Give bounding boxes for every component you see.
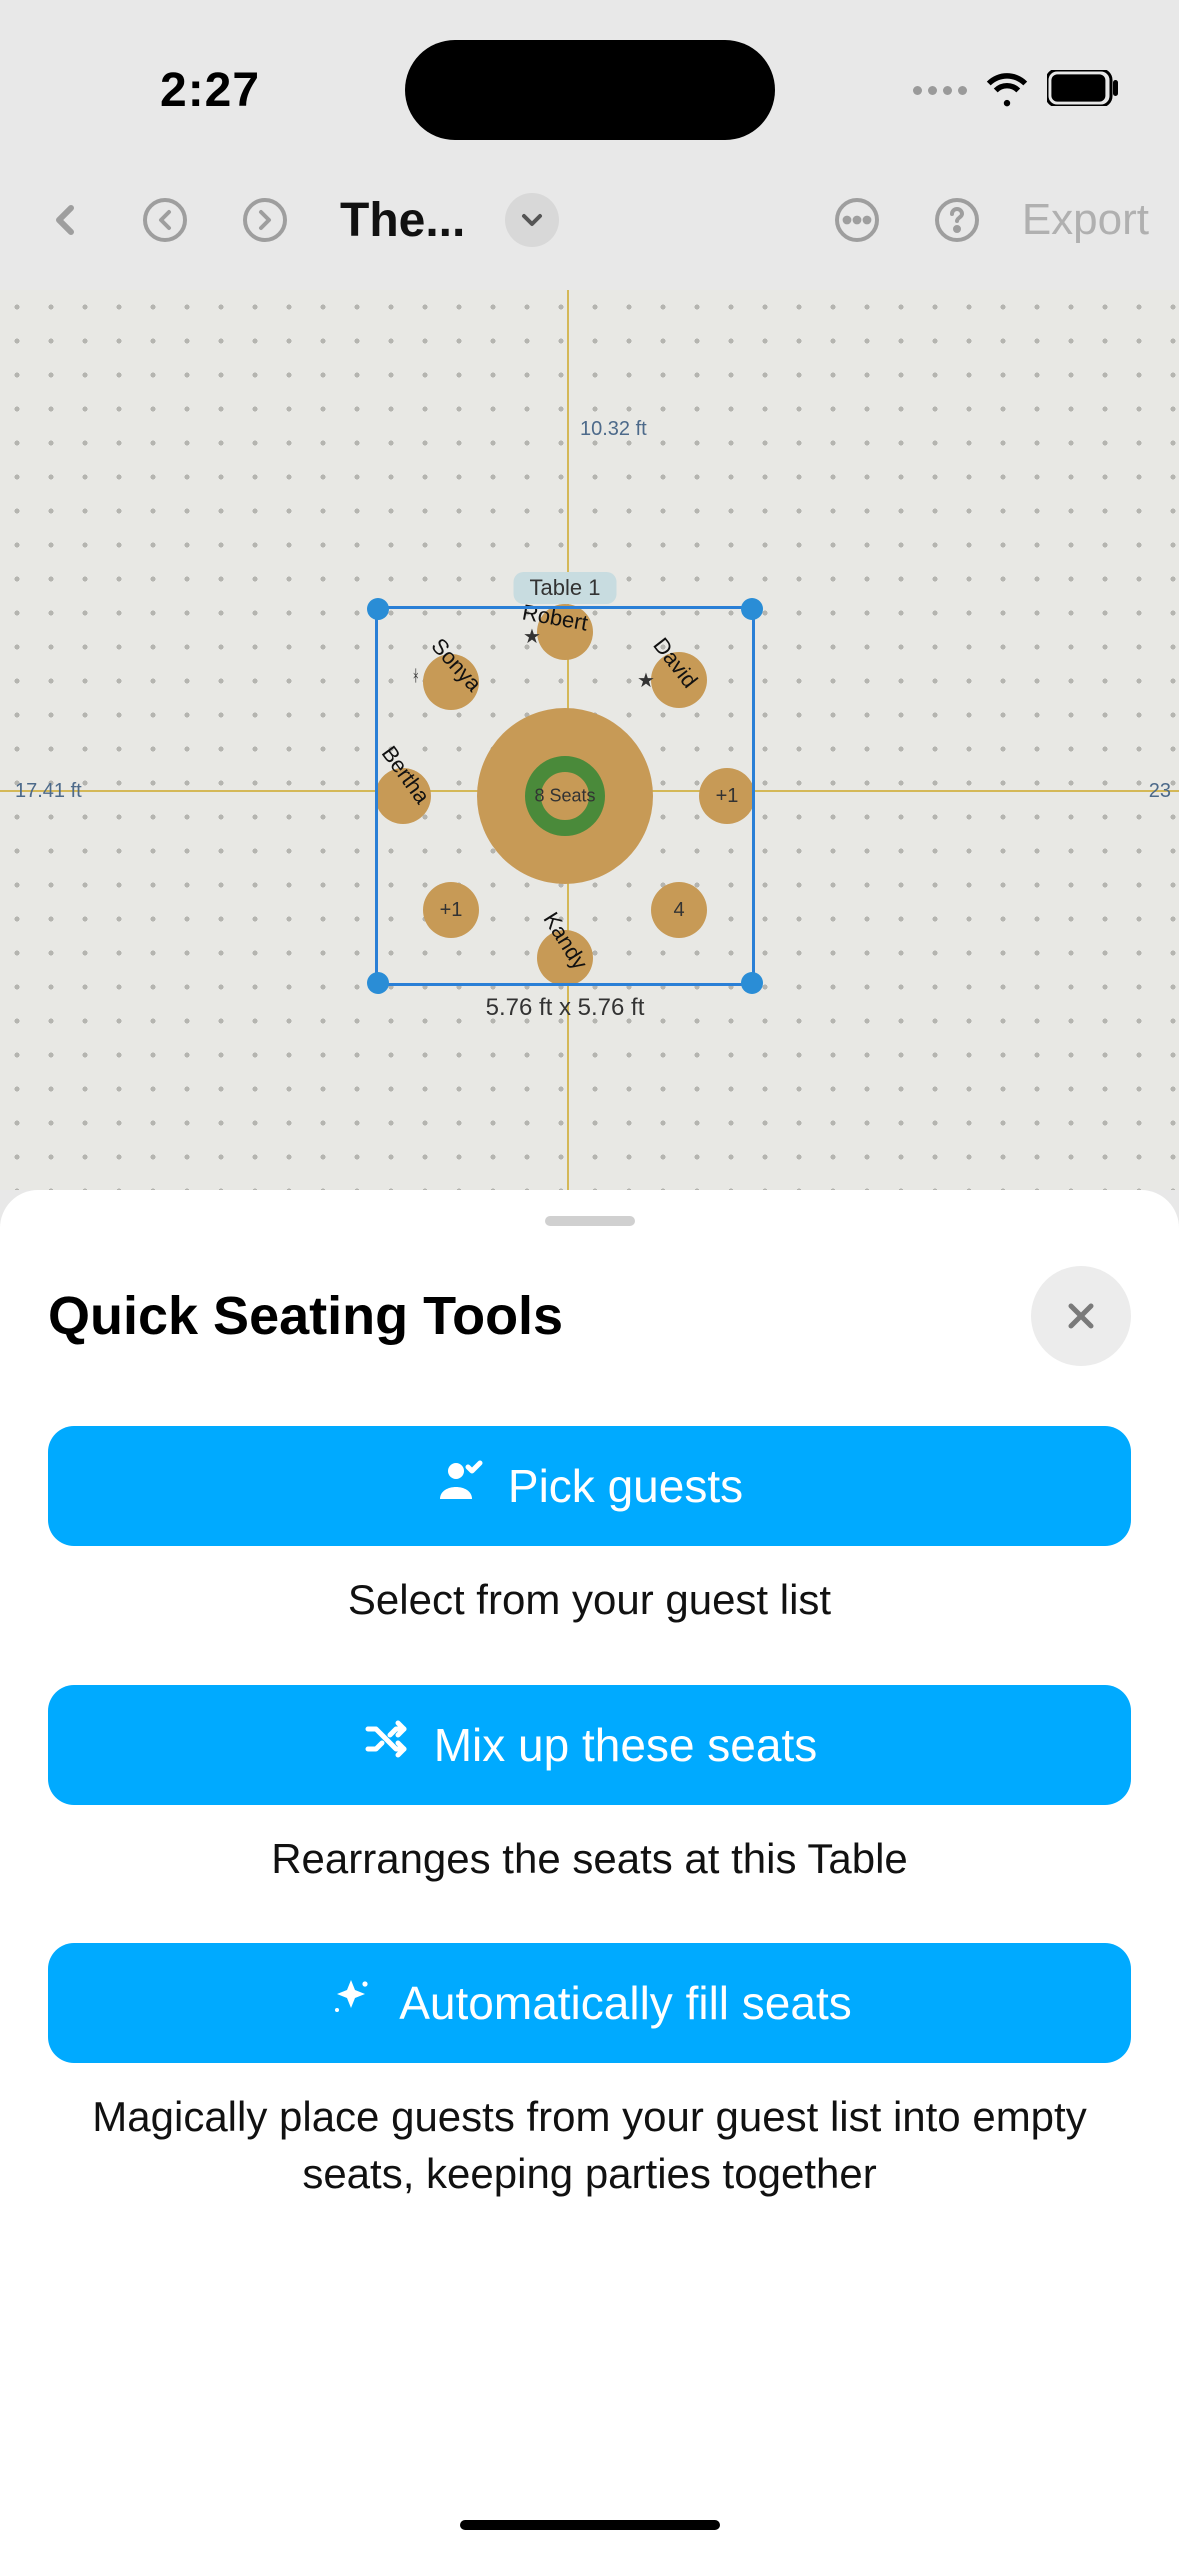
sheet-grabber[interactable] bbox=[545, 1216, 635, 1226]
auto-fill-label: Automatically fill seats bbox=[399, 1976, 852, 2030]
quick-seating-sheet: Quick Seating Tools Pick guests Select f… bbox=[0, 1190, 1179, 2556]
wifi-icon bbox=[985, 66, 1029, 115]
sparkle-icon bbox=[327, 1974, 375, 2033]
mix-seats-label: Mix up these seats bbox=[434, 1718, 818, 1772]
mix-seats-desc: Rearranges the seats at this Table bbox=[48, 1831, 1131, 1888]
axis-h-label: 17.41 ft bbox=[15, 780, 82, 803]
toolbar: The... Export bbox=[0, 150, 1179, 290]
close-button[interactable] bbox=[1031, 1266, 1131, 1366]
back-button[interactable] bbox=[30, 185, 100, 255]
floor-plan-canvas[interactable]: 10.32 ft 17.41 ft 23 Table 1 8 Seats ★ R… bbox=[0, 290, 1179, 1190]
table-1[interactable]: Table 1 8 Seats ★ Robert ★ David +1 4 Ka… bbox=[375, 606, 755, 986]
redo-button[interactable] bbox=[230, 185, 300, 255]
selection-box[interactable] bbox=[375, 606, 755, 986]
home-indicator[interactable] bbox=[460, 2520, 720, 2530]
more-button[interactable] bbox=[822, 185, 892, 255]
table-label: Table 1 bbox=[514, 572, 617, 604]
axis-v-label: 10.32 ft bbox=[580, 418, 647, 441]
pick-guests-button[interactable]: Pick guests bbox=[48, 1426, 1131, 1546]
resize-handle-bl[interactable] bbox=[367, 972, 389, 994]
title-dropdown[interactable] bbox=[505, 193, 559, 247]
dimensions-label: 5.76 ft x 5.76 ft bbox=[486, 994, 645, 1022]
export-button[interactable]: Export bbox=[1022, 195, 1149, 245]
mix-seats-button[interactable]: Mix up these seats bbox=[48, 1685, 1131, 1805]
status-time: 2:27 bbox=[160, 63, 260, 118]
shuffle-icon bbox=[362, 1715, 410, 1774]
undo-button[interactable] bbox=[130, 185, 200, 255]
dynamic-island bbox=[405, 40, 775, 140]
help-button[interactable] bbox=[922, 185, 992, 255]
signal-dots-icon bbox=[913, 86, 967, 95]
person-check-icon bbox=[436, 1457, 484, 1516]
resize-handle-tl[interactable] bbox=[367, 598, 389, 620]
status-bar: 2:27 bbox=[0, 0, 1179, 150]
document-title[interactable]: The... bbox=[340, 193, 465, 248]
sheet-title: Quick Seating Tools bbox=[48, 1285, 563, 1347]
pick-guests-desc: Select from your guest list bbox=[48, 1572, 1131, 1629]
battery-icon bbox=[1047, 70, 1119, 111]
resize-handle-tr[interactable] bbox=[741, 598, 763, 620]
auto-fill-desc: Magically place guests from your guest l… bbox=[48, 2089, 1131, 2202]
status-right bbox=[913, 66, 1119, 115]
pick-guests-label: Pick guests bbox=[508, 1459, 743, 1513]
auto-fill-button[interactable]: Automatically fill seats bbox=[48, 1943, 1131, 2063]
axis-h-right-label: 23 bbox=[1149, 780, 1171, 803]
resize-handle-br[interactable] bbox=[741, 972, 763, 994]
